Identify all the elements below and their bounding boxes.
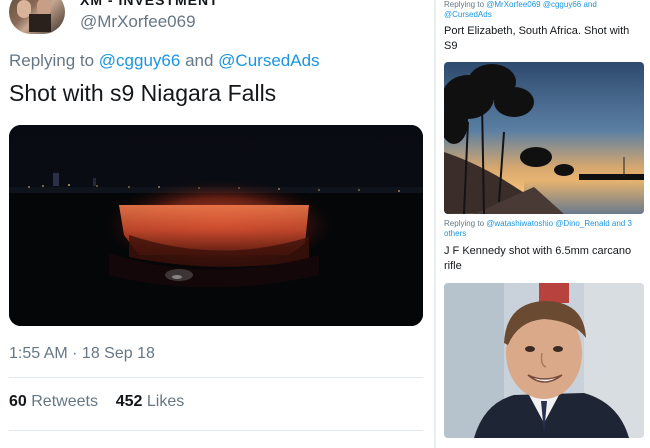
retweets-label[interactable]: Retweets: [31, 393, 98, 410]
side-tweet-2-text: J F Kennedy shot with 6.5mm carcano rifl…: [444, 245, 632, 272]
jfk-portrait-photo: [444, 283, 644, 438]
retweets-count[interactable]: 60: [9, 393, 27, 410]
avatar-shadow: [29, 14, 51, 32]
user-handle[interactable]: @MrXorfee069: [80, 12, 196, 32]
side-tweet-1-photo[interactable]: [444, 62, 644, 214]
divider: [9, 377, 423, 378]
replying-to-and: and: [185, 51, 214, 70]
tweet-media-photo[interactable]: [9, 125, 423, 326]
divider: [9, 430, 423, 431]
side-tweet-1-replying-to: Replying to @MrXorfee069 @cgguy66 and @C…: [444, 0, 644, 20]
side-tweet-2-replying-to: Replying to @watashiwatoshio @Dino_Renal…: [444, 219, 644, 239]
side-tweet-2-photo[interactable]: [444, 283, 644, 438]
engagement-stats: 60 Retweets 452 Likes: [9, 393, 184, 411]
main-tweet-panel: XM - INVESTMENT @MrXorfee069 Replying to…: [0, 0, 434, 448]
likes-label[interactable]: Likes: [147, 393, 184, 410]
side-tweet-1-text: Port Elizabeth, South Africa. Shot with …: [444, 25, 630, 52]
mention-link-cursedads[interactable]: @CursedAds: [218, 51, 319, 70]
replying-to: Replying to @cgguy66 and @CursedAds: [9, 51, 320, 71]
side-tweet-2-replying-prefix: Replying to: [444, 219, 485, 228]
side-tweets-panel: Replying to @MrXorfee069 @cgguy66 and @C…: [436, 0, 650, 448]
side-tweet-1-replying-prefix: Replying to: [444, 0, 485, 9]
replying-to-prefix: Replying to: [9, 51, 95, 70]
niagara-falls-night-photo: [9, 125, 423, 326]
port-elizabeth-sunset-photo: [444, 62, 644, 214]
display-name[interactable]: XM - INVESTMENT: [80, 0, 219, 8]
avatar[interactable]: [9, 0, 65, 34]
tweet-timestamp[interactable]: 1:55 AM · 18 Sep 18: [9, 345, 155, 363]
tweet-text: Shot with s9 Niagara Falls: [9, 80, 277, 106]
mention-link-cgguy66[interactable]: @cgguy66: [99, 51, 181, 70]
likes-count[interactable]: 452: [116, 393, 143, 410]
